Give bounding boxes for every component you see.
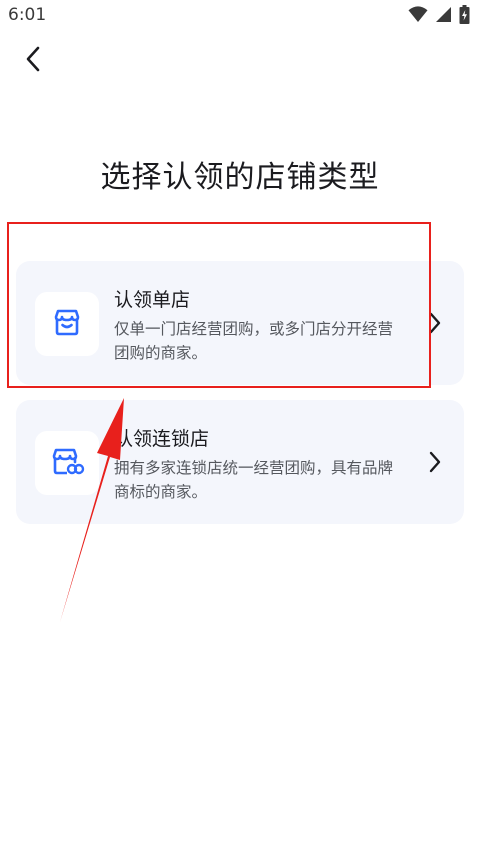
card-icon-box	[35, 431, 99, 495]
wifi-icon	[408, 5, 428, 27]
status-time: 6:01	[8, 5, 47, 25]
card-icon-box	[35, 292, 99, 356]
store-type-card-chain[interactable]: 认领连锁店 拥有多家连锁店统一经营团购，具有品牌商标的商家。	[16, 400, 464, 524]
chevron-left-icon	[24, 45, 42, 77]
battery-charging-icon	[459, 4, 470, 28]
card-description: 拥有多家连锁店统一经营团购，具有品牌商标的商家。	[114, 459, 394, 501]
status-icons	[408, 4, 470, 28]
chain-store-icon	[49, 444, 85, 482]
card-title: 认领连锁店	[114, 428, 210, 450]
card-title: 认领单店	[114, 289, 191, 311]
cellular-signal-icon	[435, 6, 452, 27]
store-type-card-single[interactable]: 认领单店 仅单一门店经营团购，或多门店分开经营团购的商家。	[16, 261, 464, 385]
back-button[interactable]	[14, 42, 52, 80]
card-description: 仅单一门店经营团购，或多门店分开经营团购的商家。	[114, 320, 394, 362]
chevron-right-icon	[428, 311, 442, 335]
chevron-right-icon	[428, 450, 442, 474]
page-title: 选择认领的店铺类型	[100, 160, 380, 195]
status-bar: 6:01	[0, 0, 480, 34]
storefront-icon	[50, 305, 84, 343]
